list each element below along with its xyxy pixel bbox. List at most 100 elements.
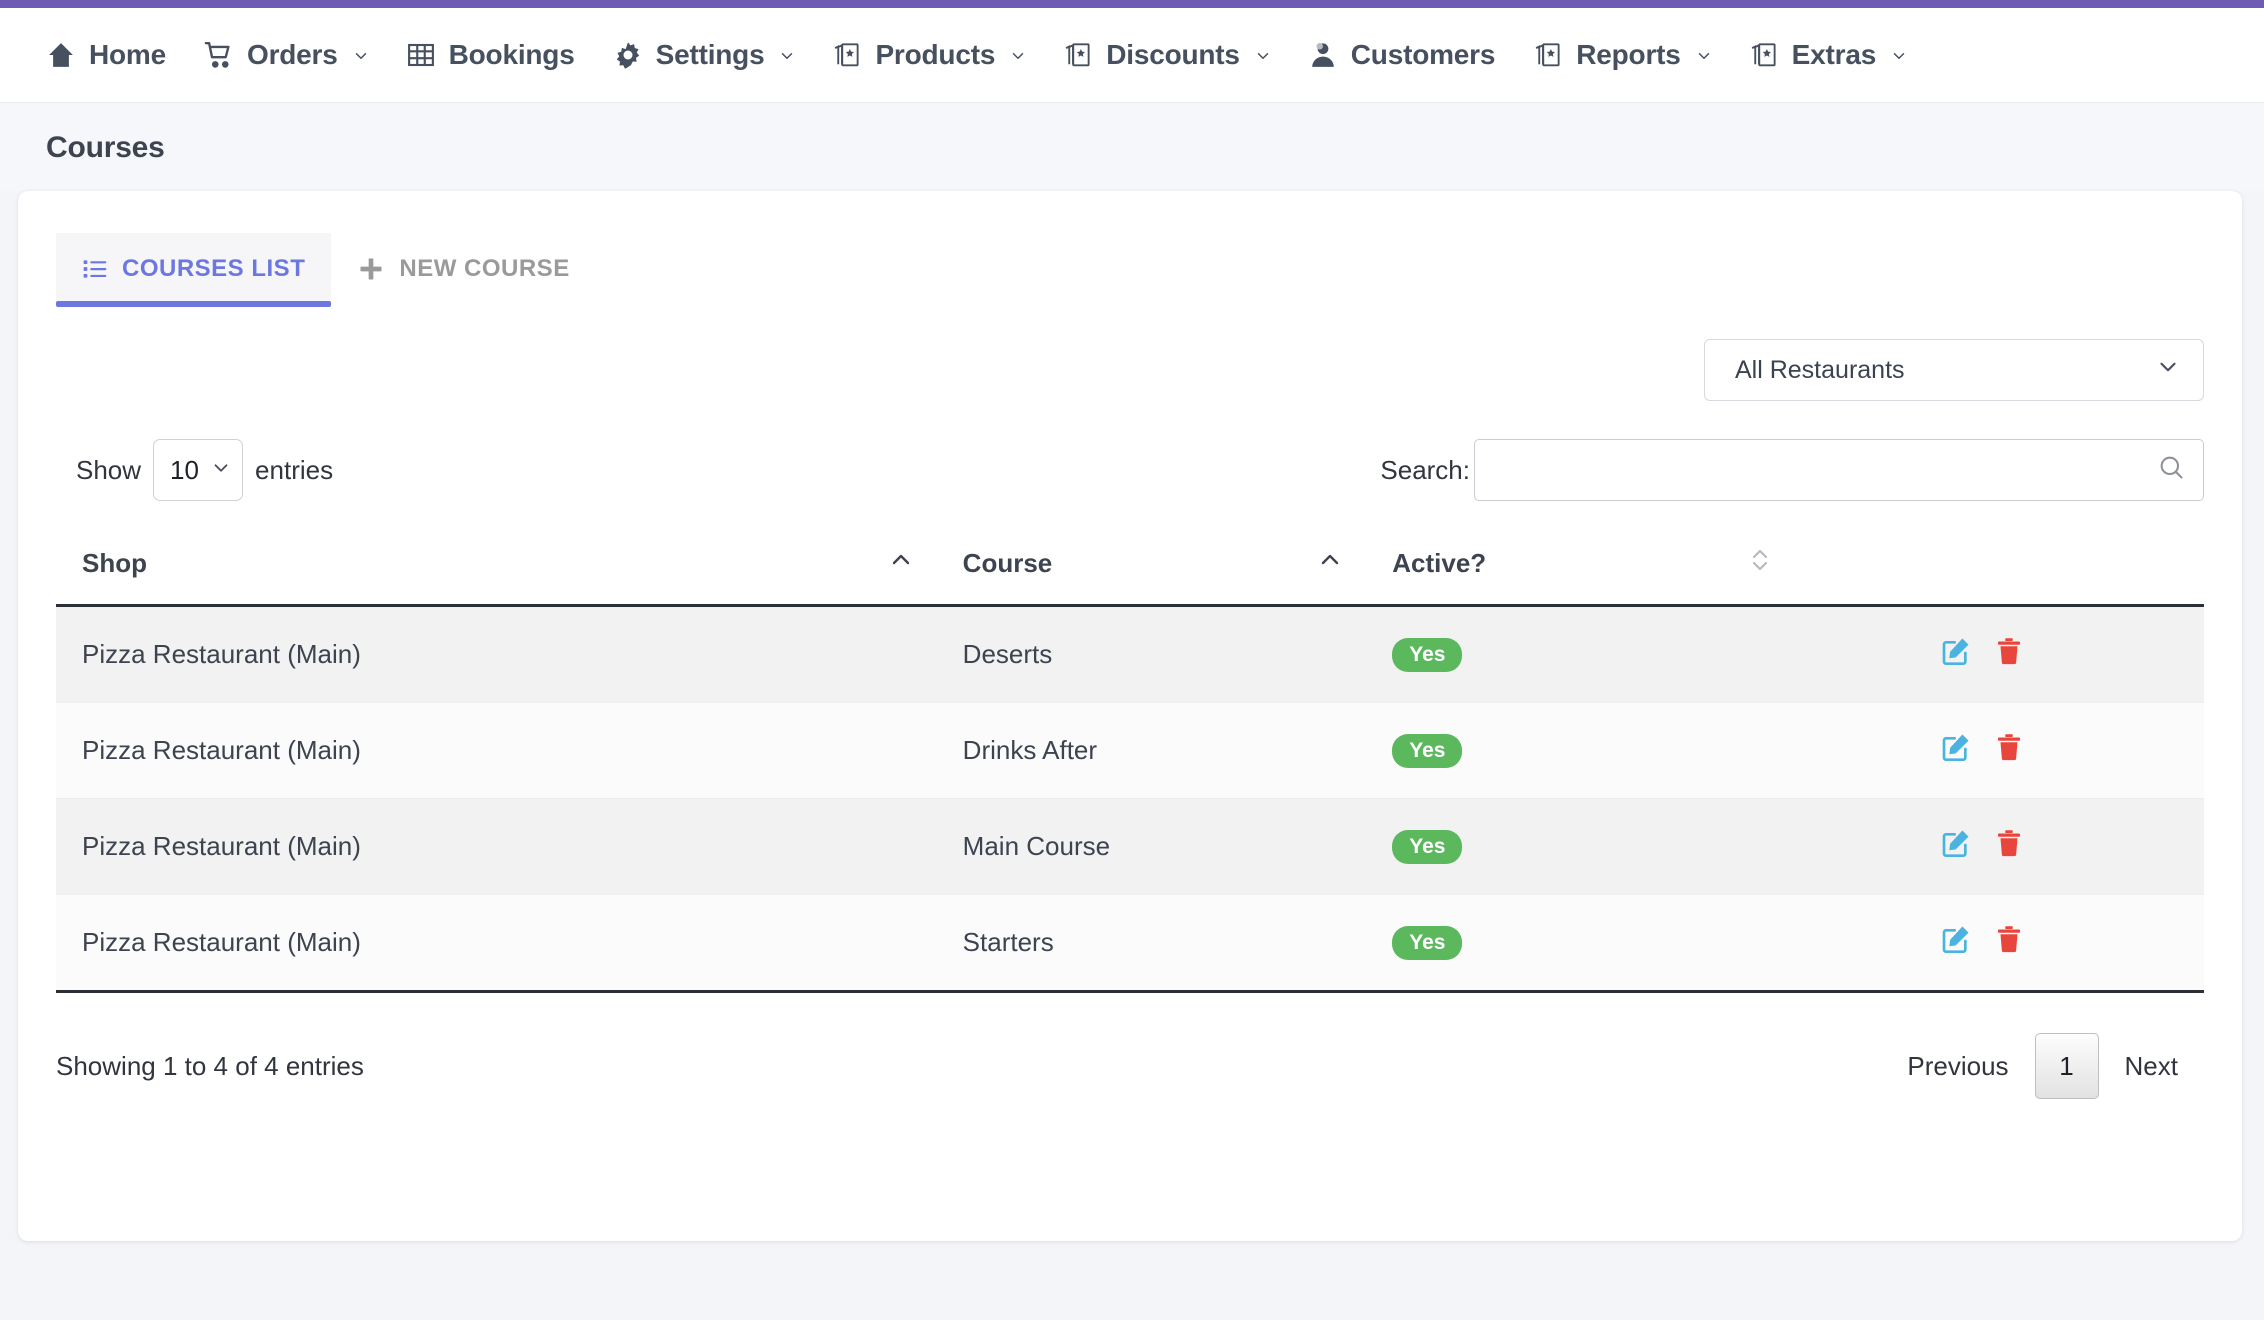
restaurant-filter-select[interactable]: All Restaurants bbox=[1704, 339, 2204, 401]
table-header-actions[interactable] bbox=[1795, 529, 2204, 607]
table-header-course[interactable]: Course bbox=[936, 529, 1367, 607]
top-accent-strip bbox=[0, 0, 2264, 8]
table-body: Pizza Restaurant (Main) Deserts Yes Pizza R… bbox=[56, 605, 2204, 993]
nav-item-customers[interactable]: Customers bbox=[1308, 39, 1495, 71]
cell-actions bbox=[1795, 798, 2204, 895]
nav-item-extras[interactable]: Extras bbox=[1749, 39, 1906, 71]
status-badge: Yes bbox=[1392, 638, 1463, 672]
page-length-select[interactable]: 10 bbox=[153, 439, 244, 501]
nav-item-reports[interactable]: Reports bbox=[1533, 39, 1710, 71]
page-header: Courses bbox=[0, 103, 2264, 191]
cards-star-icon bbox=[1063, 40, 1093, 70]
nav-item-label: Orders bbox=[247, 39, 338, 70]
chevron-down-icon bbox=[352, 47, 368, 63]
table-header-shop[interactable]: Shop bbox=[56, 529, 937, 607]
cell-actions bbox=[1795, 605, 2204, 703]
pagination-next[interactable]: Next bbox=[2099, 1051, 2204, 1082]
search-icon bbox=[2157, 453, 2185, 488]
search-box[interactable] bbox=[1474, 439, 2204, 501]
edit-pencil-icon[interactable] bbox=[1940, 923, 1972, 955]
chevron-down-icon bbox=[1254, 47, 1270, 63]
trash-icon[interactable] bbox=[1994, 732, 2024, 762]
table-header-active[interactable]: Active? bbox=[1366, 529, 1796, 607]
cell-active: Yes bbox=[1366, 894, 1796, 993]
nav-item-label: Customers bbox=[1350, 39, 1496, 70]
tab-courses-list[interactable]: COURSES LIST bbox=[56, 233, 332, 307]
cell-shop: Pizza Restaurant (Main) bbox=[56, 894, 937, 993]
cell-active: Yes bbox=[1366, 702, 1796, 799]
table-head: Shop Course Active? bbox=[56, 529, 2204, 607]
cards-star-icon bbox=[1533, 40, 1563, 70]
status-badge: Yes bbox=[1392, 926, 1463, 960]
tab-label: COURSES LIST bbox=[122, 255, 306, 282]
nav-item-settings[interactable]: Settings bbox=[613, 39, 795, 71]
caret-up-icon[interactable] bbox=[889, 548, 913, 579]
search-control: Search: bbox=[1380, 439, 2204, 501]
edit-pencil-icon[interactable] bbox=[1940, 635, 1972, 667]
nav-item-label: Reports bbox=[1576, 39, 1681, 70]
cards-star-icon bbox=[832, 40, 862, 70]
pagination: Previous 1 Next bbox=[1881, 1033, 2204, 1099]
pagination-previous[interactable]: Previous bbox=[1881, 1051, 2034, 1082]
table-header-row: Shop Course Active? bbox=[56, 529, 2204, 607]
cell-course: Main Course bbox=[936, 798, 1367, 895]
chevron-down-icon bbox=[1009, 47, 1025, 63]
entries-label: entries bbox=[255, 454, 334, 485]
tab-new-course[interactable]: NEW COURSE bbox=[331, 233, 595, 303]
cell-shop: Pizza Restaurant (Main) bbox=[56, 605, 937, 703]
tab-bar: COURSES LIST NEW COURSE bbox=[18, 191, 2242, 307]
chevron-down-icon bbox=[2155, 354, 2181, 387]
cell-actions bbox=[1795, 702, 2204, 799]
edit-pencil-icon[interactable] bbox=[1940, 827, 1972, 859]
cart-icon bbox=[204, 40, 234, 70]
cell-actions bbox=[1795, 894, 2204, 993]
page-length-value: 10 bbox=[170, 454, 199, 485]
table-header-label: Active? bbox=[1392, 548, 1487, 578]
caret-up-icon[interactable] bbox=[1318, 548, 1342, 579]
user-icon bbox=[1308, 40, 1338, 70]
table-wrapper: Shop Course Active? Pizza Restaurant (Main… bbox=[18, 501, 2242, 993]
cards-star-icon bbox=[1749, 40, 1779, 70]
edit-pencil-icon[interactable] bbox=[1940, 731, 1972, 763]
nav-item-discounts[interactable]: Discounts bbox=[1063, 39, 1270, 71]
table-footer: Showing 1 to 4 of 4 entries Previous 1 N… bbox=[18, 993, 2242, 1099]
status-badge: Yes bbox=[1392, 830, 1463, 864]
show-label: Show bbox=[76, 454, 142, 485]
nav-item-label: Products bbox=[875, 39, 996, 70]
search-input[interactable] bbox=[1493, 453, 2157, 487]
status-badge: Yes bbox=[1392, 734, 1463, 768]
table-row: Pizza Restaurant (Main) Starters Yes bbox=[56, 894, 2204, 993]
main-navbar: Home Orders Bookings Settings Products Discou… bbox=[0, 8, 2264, 103]
trash-icon[interactable] bbox=[1994, 924, 2024, 954]
chevron-down-icon bbox=[1695, 47, 1711, 63]
trash-icon[interactable] bbox=[1994, 828, 2024, 858]
nav-item-label: Discounts bbox=[1106, 39, 1240, 70]
nav-item-products[interactable]: Products bbox=[832, 39, 1025, 71]
tab-label: NEW COURSE bbox=[399, 255, 570, 282]
chevron-down-icon bbox=[210, 455, 232, 486]
length-control: Show 10 entries bbox=[76, 439, 333, 501]
trash-icon[interactable] bbox=[1994, 636, 2024, 666]
table-grid-icon bbox=[406, 40, 436, 70]
list-icon bbox=[82, 256, 108, 282]
sort-both-icon[interactable] bbox=[1748, 545, 1772, 582]
cell-course: Deserts bbox=[936, 605, 1367, 703]
cell-shop: Pizza Restaurant (Main) bbox=[56, 798, 937, 895]
cell-active: Yes bbox=[1366, 798, 1796, 895]
nav-item-label: Settings bbox=[655, 39, 765, 70]
gear-icon bbox=[613, 40, 643, 70]
table-row: Pizza Restaurant (Main) Drinks After Yes bbox=[56, 702, 2204, 799]
search-label: Search: bbox=[1380, 454, 1470, 485]
chevron-down-icon bbox=[778, 47, 794, 63]
nav-item-label: Extras bbox=[1791, 39, 1877, 70]
nav-item-home[interactable]: Home bbox=[46, 39, 166, 71]
cell-active: Yes bbox=[1366, 605, 1796, 703]
table-header-label: Shop bbox=[82, 548, 147, 578]
table-info: Showing 1 to 4 of 4 entries bbox=[56, 1050, 364, 1081]
nav-item-label: Home bbox=[89, 39, 166, 70]
table-row: Pizza Restaurant (Main) Deserts Yes bbox=[56, 605, 2204, 703]
nav-item-bookings[interactable]: Bookings bbox=[406, 39, 575, 71]
home-icon bbox=[46, 40, 76, 70]
pagination-page-1[interactable]: 1 bbox=[2034, 1033, 2099, 1099]
nav-item-orders[interactable]: Orders bbox=[204, 39, 368, 71]
